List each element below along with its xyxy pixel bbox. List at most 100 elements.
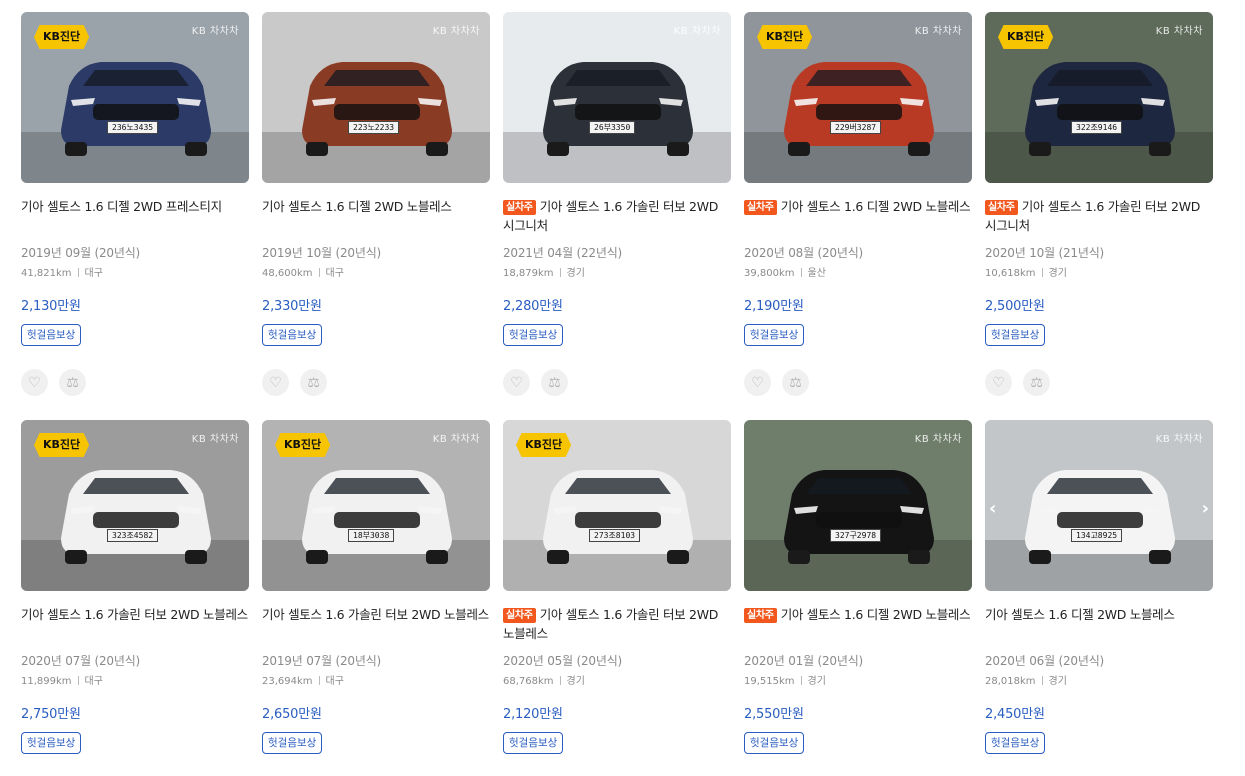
car-photo[interactable]: KB 차차차 223노2233 — [262, 12, 490, 183]
scale-icon[interactable]: ⚖ — [541, 369, 568, 396]
car-card[interactable]: KB진단 KB 차차차 323조4582 기아 셀토스 1.6 가솔린 터보 2… — [21, 420, 249, 776]
car-card[interactable]: KB진단 KB 차차차 236노3435 기아 셀토스 1.6 디젤 2WD 프… — [21, 12, 249, 420]
car-price: 2,450만원 — [985, 707, 1045, 722]
car-card[interactable]: KB진단 KB 차차차 229버3287 실차주 기아 셀토스 1.6 디젤 2W… — [744, 12, 972, 420]
car-mileage: 48,600km — [262, 268, 313, 279]
heart-icon[interactable]: ♡ — [262, 369, 289, 396]
heart-icon[interactable]: ♡ — [21, 369, 48, 396]
meta-divider — [318, 268, 320, 277]
car-mileage: 19,515km — [744, 676, 795, 687]
car-title[interactable]: 실차주 기아 셀토스 1.6 디젤 2WD 노블레스 — [744, 605, 972, 647]
car-photo[interactable]: KB진단 KB 차차차 236노3435 — [21, 12, 249, 183]
car-title[interactable]: 기아 셀토스 1.6 디젤 2WD 노블레스 — [985, 605, 1213, 647]
kbchachacha-watermark: KB 차차차 — [1155, 434, 1203, 445]
prev-photo-arrow-icon[interactable]: ‹ — [989, 498, 996, 519]
car-meta: 28,018km 경기 — [985, 672, 1213, 687]
car-image — [985, 420, 1213, 591]
scale-icon[interactable]: ⚖ — [1023, 369, 1050, 396]
car-card[interactable]: KB진단 273조8103 실차주 기아 셀토스 1.6 가솔린 터보 2WD 노… — [503, 420, 731, 776]
car-photo[interactable]: KB진단 273조8103 — [503, 420, 731, 591]
heart-icon[interactable]: ♡ — [503, 369, 530, 396]
car-photo[interactable]: KB 차차차 327구2978 — [744, 420, 972, 591]
kbchachacha-watermark: KB 차차차 — [914, 434, 962, 445]
real-owner-badge: 실차주 — [744, 200, 777, 215]
wasted-trip-compensation-tag: 헛걸음보상 — [262, 324, 323, 346]
card-actions: ♡ ⚖ — [985, 369, 1213, 396]
car-price: 2,550만원 — [744, 707, 804, 722]
car-photo[interactable]: KB 차차차 134고8925 ‹ › — [985, 420, 1213, 591]
wasted-trip-compensation-tag: 헛걸음보상 — [985, 324, 1046, 346]
car-title[interactable]: 기아 셀토스 1.6 디젤 2WD 노블레스 — [262, 197, 490, 239]
car-meta: 41,821km 대구 — [21, 264, 249, 279]
car-price: 2,330만원 — [262, 299, 322, 314]
meta-divider — [800, 676, 802, 685]
car-image — [744, 420, 972, 591]
scale-icon[interactable]: ⚖ — [300, 369, 327, 396]
license-plate: 223노2233 — [348, 121, 400, 134]
car-card[interactable]: KB 차차차 26부3350 실차주 기아 셀토스 1.6 가솔린 터보 2WD … — [503, 12, 731, 420]
kbchachacha-watermark: KB 차차차 — [1155, 26, 1203, 37]
car-title[interactable]: 기아 셀토스 1.6 디젤 2WD 프레스티지 — [21, 197, 249, 239]
car-photo[interactable]: KB진단 KB 차차차 322조9146 — [985, 12, 1213, 183]
car-title[interactable]: 실차주 기아 셀토스 1.6 가솔린 터보 2WD 시그니처 — [503, 197, 731, 239]
kb-diagnosis-badge: KB진단 — [34, 433, 90, 457]
car-photo[interactable]: KB진단 KB 차차차 323조4582 — [21, 420, 249, 591]
car-title-text: 기아 셀토스 1.6 디젤 2WD 프레스티지 — [21, 199, 222, 214]
car-region: 대구 — [84, 268, 103, 279]
car-photo[interactable]: KB진단 KB 차차차 229버3287 — [744, 12, 972, 183]
scale-icon[interactable]: ⚖ — [782, 369, 809, 396]
car-region: 경기 — [1048, 268, 1067, 279]
kbchachacha-watermark: KB 차차차 — [191, 26, 239, 37]
license-plate: 273조8103 — [589, 529, 641, 542]
kbchachacha-watermark: KB 차차차 — [673, 26, 721, 37]
car-listing-grid: KB진단 KB 차차차 236노3435 기아 셀토스 1.6 디젤 2WD 프… — [21, 12, 1213, 776]
heart-icon[interactable]: ♡ — [744, 369, 771, 396]
license-plate: 322조9146 — [1071, 121, 1123, 134]
car-price: 2,280만원 — [503, 299, 563, 314]
car-mileage: 10,618km — [985, 268, 1036, 279]
real-owner-badge: 실차주 — [985, 200, 1018, 215]
car-meta: 23,694km 대구 — [262, 672, 490, 687]
car-region: 대구 — [325, 676, 344, 687]
kb-diagnosis-badge: KB진단 — [516, 433, 572, 457]
kb-diagnosis-badge: KB진단 — [34, 25, 90, 49]
car-meta: 39,800km 울산 — [744, 264, 972, 279]
car-meta: 18,879km 경기 — [503, 264, 731, 279]
car-title[interactable]: 실차주 기아 셀토스 1.6 가솔린 터보 2WD 시그니처 — [985, 197, 1213, 239]
car-title-text: 기아 셀토스 1.6 디젤 2WD 노블레스 — [780, 199, 971, 214]
car-price: 2,120만원 — [503, 707, 563, 722]
scale-icon[interactable]: ⚖ — [59, 369, 86, 396]
heart-icon[interactable]: ♡ — [985, 369, 1012, 396]
car-photo[interactable]: KB진단 KB 차차차 18부3038 — [262, 420, 490, 591]
meta-divider — [1041, 676, 1043, 685]
car-card[interactable]: KB 차차차 327구2978 실차주 기아 셀토스 1.6 디젤 2WD 노블레… — [744, 420, 972, 776]
car-title[interactable]: 실차주 기아 셀토스 1.6 가솔린 터보 2WD 노블레스 — [503, 605, 731, 647]
license-plate: 229버3287 — [830, 121, 882, 134]
card-actions: ♡ ⚖ — [744, 369, 972, 396]
car-meta: 68,768km 경기 — [503, 672, 731, 687]
car-card[interactable]: KB진단 KB 차차차 322조9146 실차주 기아 셀토스 1.6 가솔린 터… — [985, 12, 1213, 420]
car-price: 2,500만원 — [985, 299, 1045, 314]
car-year: 2019년 09월 (20년식) — [21, 246, 141, 260]
car-meta: 48,600km 대구 — [262, 264, 490, 279]
car-region: 대구 — [325, 268, 344, 279]
wasted-trip-compensation-tag: 헛걸음보상 — [503, 324, 564, 346]
kb-diagnosis-badge: KB진단 — [998, 25, 1054, 49]
car-photo[interactable]: KB 차차차 26부3350 — [503, 12, 731, 183]
wasted-trip-compensation-tag: 헛걸음보상 — [985, 732, 1046, 754]
wasted-trip-compensation-tag: 헛걸음보상 — [744, 732, 805, 754]
car-title[interactable]: 실차주 기아 셀토스 1.6 디젤 2WD 노블레스 — [744, 197, 972, 239]
license-plate: 327구2978 — [830, 529, 882, 542]
kbchachacha-watermark: KB 차차차 — [914, 26, 962, 37]
car-year: 2020년 05월 (20년식) — [503, 654, 623, 668]
car-card[interactable]: KB 차차차 223노2233 기아 셀토스 1.6 디젤 2WD 노블레스 2… — [262, 12, 490, 420]
meta-divider — [559, 268, 561, 277]
car-title[interactable]: 기아 셀토스 1.6 가솔린 터보 2WD 노블레스 — [21, 605, 249, 647]
car-region: 울산 — [807, 268, 826, 279]
car-title[interactable]: 기아 셀토스 1.6 가솔린 터보 2WD 노블레스 — [262, 605, 490, 647]
car-card[interactable]: KB진단 KB 차차차 18부3038 기아 셀토스 1.6 가솔린 터보 2W… — [262, 420, 490, 776]
car-year: 2019년 10월 (20년식) — [262, 246, 382, 260]
car-card[interactable]: KB 차차차 134고8925 ‹ › 기아 셀토스 1.6 디젤 2WD 노블레… — [985, 420, 1213, 776]
next-photo-arrow-icon[interactable]: › — [1202, 498, 1209, 519]
car-year: 2020년 10월 (21년식) — [985, 246, 1105, 260]
